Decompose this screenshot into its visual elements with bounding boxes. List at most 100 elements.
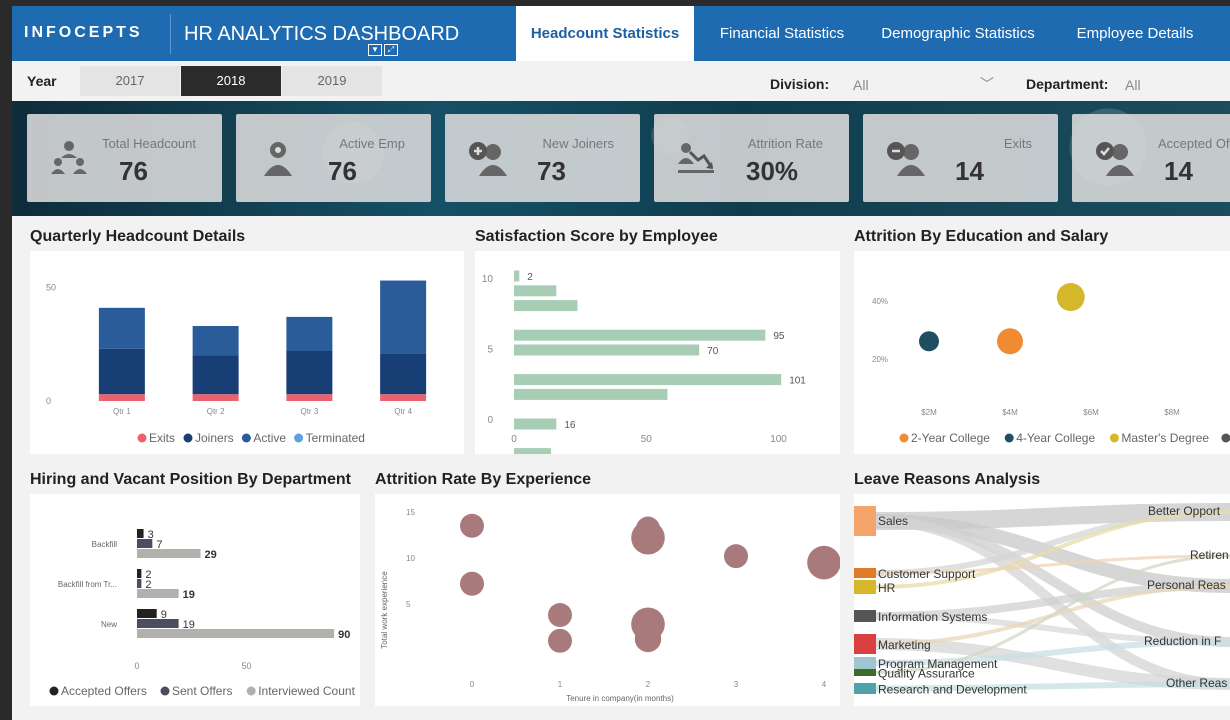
bar-segment bbox=[98, 307, 145, 349]
leave-chart-panel: Sales Customer Support HR Information Syste… bbox=[854, 494, 1230, 706]
legend-label: Accepted Offers bbox=[61, 684, 147, 698]
legend-marker bbox=[160, 686, 170, 696]
division-select[interactable]: All bbox=[853, 77, 869, 93]
x-axis-label: Tenure in company(in months) bbox=[566, 694, 674, 703]
bar bbox=[137, 629, 335, 638]
sankey-node-label: Information Systems bbox=[878, 610, 987, 624]
x-tick-label: 1 bbox=[558, 680, 563, 689]
kpi-total-headcount: Total Headcount 76 bbox=[27, 114, 222, 202]
satisfaction-chart: 051005010029570101162 bbox=[482, 270, 806, 454]
sankey-node[interactable] bbox=[854, 506, 876, 536]
dashboard-title: HR ANALYTICS DASHBOARD bbox=[184, 23, 460, 45]
x-tick-label: Qtr 3 bbox=[300, 407, 318, 416]
bar bbox=[137, 539, 153, 548]
tab-financial-statistics[interactable]: Financial Statistics bbox=[706, 6, 858, 61]
filter-icon[interactable]: ▼ bbox=[368, 44, 382, 56]
bar bbox=[137, 589, 179, 598]
tab-demographic-statistics[interactable]: Demographic Statistics bbox=[870, 6, 1046, 61]
bubble bbox=[548, 603, 572, 628]
leave-title: Leave Reasons Analysis bbox=[854, 471, 1041, 488]
kpi-exits: Exits 14 bbox=[863, 114, 1058, 202]
year-button-2018[interactable]: 2018 bbox=[181, 66, 281, 96]
bar bbox=[514, 270, 520, 282]
x-tick-label: $8M bbox=[1164, 408, 1180, 417]
data-label: 29 bbox=[205, 549, 217, 561]
legend-label: 2-Year College bbox=[911, 431, 990, 445]
kpi-label: Accepted Of bbox=[1158, 136, 1230, 151]
education-title: Attrition By Education and Salary bbox=[854, 228, 1109, 245]
legend-marker bbox=[241, 433, 251, 443]
legend-label: Master's Degree bbox=[1121, 431, 1209, 445]
kpi-active-emp: Active Emp 76 bbox=[236, 114, 431, 202]
bar bbox=[514, 329, 766, 341]
scatter-point bbox=[919, 331, 939, 352]
y-tick-label: 0 bbox=[487, 415, 493, 426]
sankey-node[interactable] bbox=[854, 568, 876, 578]
hiring-chart-panel: Backfill 3 7 29 Backfill from Tr... 2 2 19 New 9 1… bbox=[30, 494, 360, 706]
bar bbox=[137, 549, 201, 558]
sankey-node[interactable] bbox=[854, 610, 876, 622]
year-button-2019[interactable]: 2019 bbox=[282, 66, 382, 96]
data-label: 2 bbox=[527, 272, 533, 283]
sankey-node[interactable] bbox=[854, 669, 876, 676]
legend-marker bbox=[1109, 433, 1119, 443]
bar-segment bbox=[98, 394, 145, 401]
y-tick-label: 10 bbox=[482, 274, 494, 285]
satisfaction-title: Satisfaction Score by Employee bbox=[475, 228, 718, 245]
bar bbox=[514, 374, 782, 386]
sankey-node[interactable] bbox=[854, 580, 876, 594]
tab-employee-details[interactable]: Employee Details bbox=[1058, 6, 1212, 61]
division-label: Division: bbox=[770, 76, 830, 92]
bubble bbox=[460, 571, 484, 596]
x-tick-label: $6M bbox=[1083, 408, 1099, 417]
sankey-node[interactable] bbox=[854, 634, 876, 654]
legend-marker bbox=[246, 686, 256, 696]
x-tick-label: 50 bbox=[641, 434, 653, 445]
kpi-value: 73 bbox=[537, 156, 566, 186]
x-tick-label: Qtr 2 bbox=[207, 407, 225, 416]
sankey-target-label: Other Reas bbox=[1166, 676, 1227, 690]
kpi-label: Attrition Rate bbox=[747, 136, 823, 151]
hiring-title: Hiring and Vacant Position By Department bbox=[30, 471, 351, 488]
title-tools: ▼ ⤢ bbox=[368, 44, 398, 56]
bubble bbox=[634, 625, 662, 653]
kpi-attrition-rate: Attrition Rate 30% bbox=[654, 114, 849, 202]
y-tick-label: 40% bbox=[872, 297, 888, 306]
kpi-label: Active Emp bbox=[339, 136, 405, 151]
bar-segment bbox=[286, 316, 333, 351]
department-select[interactable]: All bbox=[1125, 77, 1141, 93]
expand-icon[interactable]: ⤢ bbox=[384, 44, 398, 56]
chevron-down-icon[interactable]: ﹀ bbox=[980, 74, 994, 94]
quarterly-chart-panel: 0 50 Qtr 1 Qtr 2 Qtr 3 Qtr 4 Exits Joiners Activ… bbox=[30, 251, 464, 454]
bar bbox=[137, 569, 142, 578]
bubble bbox=[548, 628, 572, 653]
y-tick-label: Backfill bbox=[92, 540, 118, 549]
data-label: 101 bbox=[789, 376, 806, 387]
kpi-label: New Joiners bbox=[542, 136, 614, 151]
sankey-node-label: HR bbox=[878, 581, 896, 595]
y-tick-label: 20% bbox=[872, 355, 888, 364]
x-tick-label: $2M bbox=[921, 408, 937, 417]
team-icon bbox=[51, 141, 87, 174]
bubble bbox=[460, 513, 484, 538]
bar-segment bbox=[192, 326, 239, 356]
bar bbox=[514, 388, 668, 400]
bubble bbox=[807, 545, 840, 580]
sankey-node[interactable] bbox=[854, 657, 876, 669]
filter-bar: Year 2017 2018 2019 Division: All ﹀ Depa… bbox=[12, 61, 1230, 101]
data-label: 90 bbox=[338, 629, 350, 641]
kpi-new-joiners: New Joiners 73 bbox=[445, 114, 640, 202]
legend-marker bbox=[1004, 433, 1014, 443]
sankey-node[interactable] bbox=[854, 683, 876, 694]
year-button-2017[interactable]: 2017 bbox=[80, 66, 180, 96]
hiring-chart: Backfill3729Backfill from Tr...2219New91… bbox=[49, 529, 356, 698]
y-tick-label: 50 bbox=[46, 282, 56, 292]
y-tick-label: Backfill from Tr... bbox=[58, 580, 117, 589]
y-tick-label: 15 bbox=[406, 508, 415, 517]
bar-segment bbox=[286, 394, 333, 401]
tab-headcount-statistics[interactable]: Headcount Statistics bbox=[516, 6, 694, 61]
bar-segment bbox=[380, 353, 427, 395]
sankey-target-label: Reduction in F bbox=[1144, 634, 1221, 648]
x-tick-label: 4 bbox=[822, 680, 827, 689]
experience-chart: 5 10 15 0 1 2 3 4 Total work experience Tenure in… bbox=[380, 508, 840, 703]
